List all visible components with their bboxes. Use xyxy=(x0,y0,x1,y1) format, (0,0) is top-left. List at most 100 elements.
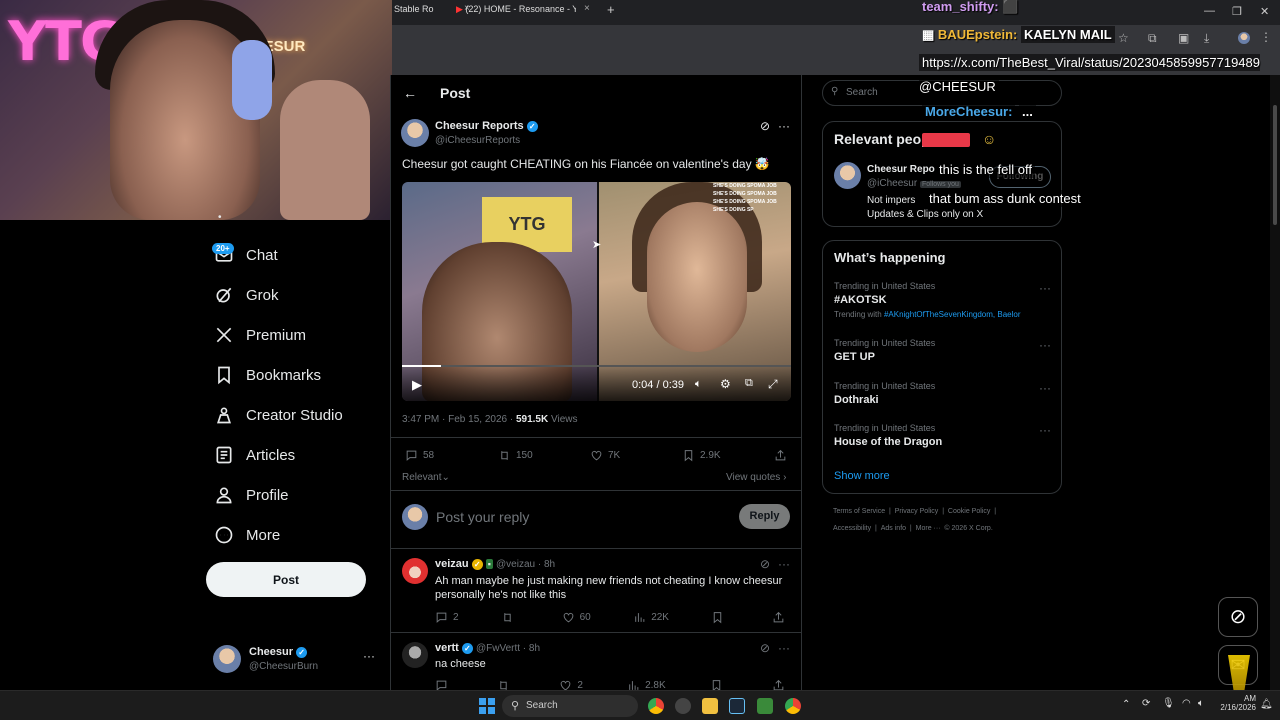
sort-dropdown[interactable]: Relevant⌄ xyxy=(402,472,450,483)
more-dots-icon[interactable]: ··· xyxy=(1039,281,1051,295)
trend-item[interactable]: Trending in United States House of the D… xyxy=(823,423,1063,453)
pip-icon[interactable]: ⧉ xyxy=(745,377,753,390)
app-icon[interactable] xyxy=(757,698,773,714)
extensions-icon[interactable]: ⧉ xyxy=(1148,31,1157,46)
account-switcher[interactable]: Cheesur ✓ @CheesurBurn ··· xyxy=(213,643,383,677)
chevron-up-icon[interactable]: ⌃ xyxy=(1122,699,1130,710)
reply-item[interactable]: veizau ✓ ▪ @veizau · 8h ⊘ ··· Ah man may… xyxy=(391,549,801,631)
person-avatar[interactable] xyxy=(834,162,861,189)
footer-link[interactable]: Terms of Service xyxy=(833,508,885,515)
back-arrow-icon[interactable]: ← xyxy=(403,85,417,101)
more-dots-icon[interactable]: ··· xyxy=(363,649,375,663)
minimize-icon[interactable]: — xyxy=(1204,5,1215,17)
footer-link[interactable]: Accessibility xyxy=(833,525,871,532)
trend-item[interactable]: Trending in United States #AKOTSK Trendi… xyxy=(823,281,1063,323)
like-count-button[interactable]: 7K xyxy=(590,449,620,462)
new-tab-icon[interactable]: + xyxy=(607,2,615,20)
share-button[interactable] xyxy=(772,679,790,690)
download-icon[interactable]: ⤓ xyxy=(1204,31,1209,46)
video-player[interactable]: YTG SHE'S DOING SPOMA JOB SHE'S DOING SP… xyxy=(402,182,791,401)
start-icon[interactable] xyxy=(479,698,495,714)
fullscreen-icon[interactable]: ⤢ xyxy=(768,377,778,392)
reply-input[interactable]: Post your reply xyxy=(436,509,529,525)
more-dots-icon[interactable]: ··· xyxy=(1039,423,1051,437)
nav-item-bookmarks[interactable]: Bookmarks xyxy=(213,360,321,390)
window-close-icon[interactable]: ✕ xyxy=(1260,5,1269,18)
maximize-icon[interactable]: ❐ xyxy=(1232,5,1242,18)
reply-item[interactable]: vertt ✓ @FwVertt · 8h ⊘ ··· na cheese 2 … xyxy=(391,633,801,690)
repost-count-button[interactable] xyxy=(501,611,519,624)
nav-item-creator-studio[interactable]: Creator Studio xyxy=(213,400,343,430)
footer-link[interactable]: Cookie Policy xyxy=(948,508,990,515)
tray-app-icon[interactable]: ⟳ xyxy=(1142,698,1150,709)
like-count-button[interactable]: 2 xyxy=(559,679,583,690)
nav-item-articles[interactable]: Articles xyxy=(213,440,295,470)
video-progress-bar[interactable] xyxy=(402,365,791,367)
views-count-button[interactable]: 2.8K xyxy=(627,679,666,690)
microphone-icon[interactable]: 🎙︎ xyxy=(1162,698,1175,709)
bookmark-button[interactable] xyxy=(711,611,729,624)
trend-item[interactable]: Trending in United States GET UP ··· xyxy=(823,338,1063,368)
reply-count-button[interactable]: 2 xyxy=(435,611,459,624)
clock[interactable]: AM 2/16/2026 xyxy=(1216,694,1256,712)
reply-button[interactable]: Reply xyxy=(739,504,790,529)
scrollbar-thumb[interactable] xyxy=(1273,105,1277,225)
footer-link[interactable]: Privacy Policy xyxy=(895,508,939,515)
obs-icon[interactable] xyxy=(675,698,691,714)
bookmark-button[interactable] xyxy=(710,679,728,690)
footer-link[interactable]: Ads info xyxy=(881,525,906,532)
trend-item[interactable]: Trending in United States Dothraki ··· xyxy=(823,381,1063,411)
footer-link[interactable]: More ··· xyxy=(916,525,941,532)
repost-count-button[interactable] xyxy=(497,679,515,690)
chrome-icon[interactable] xyxy=(648,698,664,714)
play-icon[interactable]: ▶ xyxy=(412,377,422,393)
settings-gear-icon[interactable]: ⚙ xyxy=(720,377,731,391)
nav-item-more[interactable]: More xyxy=(213,520,280,550)
more-dots-icon[interactable]: ··· xyxy=(1039,338,1051,352)
nav-item-grok[interactable]: Grok xyxy=(213,280,279,310)
file-explorer-icon[interactable] xyxy=(702,698,718,714)
more-dots-icon[interactable]: ··· xyxy=(1039,381,1051,395)
wifi-icon[interactable]: ◠ xyxy=(1182,698,1191,709)
reply-count-button[interactable] xyxy=(435,679,453,690)
author-name[interactable]: Cheesur Reports ✓ xyxy=(435,120,538,132)
share-button[interactable] xyxy=(772,611,790,624)
sidebar-icon[interactable]: ▣ xyxy=(1178,31,1189,45)
author-handle[interactable]: @iCheesurReports xyxy=(435,135,520,146)
taskbar-search[interactable]: ⚲ Search xyxy=(502,695,638,717)
grok-icon[interactable]: ⊘ xyxy=(760,119,770,133)
more-dots-icon[interactable]: ··· xyxy=(778,119,790,133)
star-icon[interactable]: ☆ xyxy=(1118,31,1129,45)
browser-tab[interactable]: Stable Ro xyxy=(394,4,452,22)
repost-count-button[interactable]: 150 xyxy=(498,449,533,462)
trend-related-link[interactable]: #AKnightOfTheSevenKingdom, Baelor xyxy=(884,310,1021,319)
volume-icon[interactable]: 🔈︎ xyxy=(695,378,702,391)
reply-count-button[interactable]: 58 xyxy=(405,449,434,462)
more-dots-icon[interactable]: ··· xyxy=(778,641,790,655)
more-dots-icon[interactable]: ··· xyxy=(778,557,790,571)
menu-icon[interactable]: ⋮ xyxy=(1260,30,1272,44)
chrome-icon[interactable] xyxy=(785,698,801,714)
nav-item-premium[interactable]: Premium xyxy=(213,320,306,350)
browser-tab-active[interactable]: ▶ (22) HOME - Resonance - Y xyxy=(456,4,576,22)
chat-text: this is the fell off xyxy=(936,161,1035,178)
scrollbar[interactable] xyxy=(1270,75,1280,690)
share-button[interactable] xyxy=(774,449,792,462)
grok-icon[interactable]: ⊘ xyxy=(760,641,770,655)
views-count-button[interactable]: 22K xyxy=(633,611,669,624)
bookmark-count-button[interactable]: 2.9K xyxy=(682,449,721,462)
notification-bell-icon[interactable]: 🔔︎ xyxy=(1260,699,1273,710)
author-avatar[interactable] xyxy=(401,119,429,147)
grok-floating-button[interactable]: ⊘ xyxy=(1218,597,1258,637)
post-button[interactable]: Post xyxy=(206,562,366,597)
steam-icon[interactable] xyxy=(729,698,745,714)
volume-icon[interactable]: 🔈︎ xyxy=(1198,698,1204,709)
close-icon[interactable]: × xyxy=(584,3,590,21)
like-count-button[interactable]: 60 xyxy=(562,611,591,624)
view-quotes-link[interactable]: View quotes › xyxy=(726,472,786,483)
person-name[interactable]: Cheesur Repo xyxy=(867,164,935,175)
profile-avatar-icon[interactable] xyxy=(1238,32,1250,44)
grok-icon[interactable]: ⊘ xyxy=(760,557,770,571)
show-more-link[interactable]: Show more xyxy=(834,470,890,482)
nav-item-profile[interactable]: Profile xyxy=(213,480,289,510)
